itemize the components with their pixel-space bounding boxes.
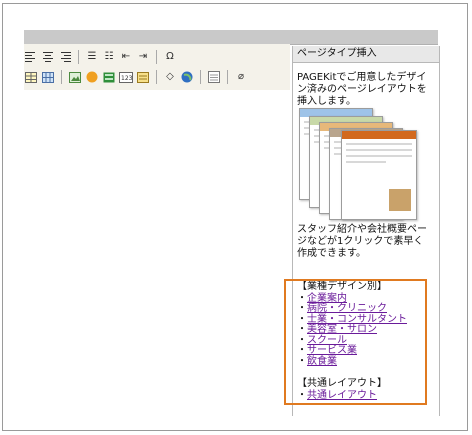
form-icon[interactable]: 123 xyxy=(119,70,133,84)
category-link[interactable]: 士業・コンサルタント xyxy=(307,314,407,325)
page-type-insert-panel: ページタイプ挿入 PAGEKitでご用意したデザイン済みのページレイアウトを挿入… xyxy=(292,46,440,416)
toolbar-separator xyxy=(78,50,79,64)
category-list: 【業種デザイン別】 ・企業案内 ・病院・クリニック ・士業・コンサルタント ・美… xyxy=(297,281,407,402)
indent-icon[interactable]: ⇥ xyxy=(136,50,150,64)
category-link[interactable]: 飲食業 xyxy=(307,356,337,367)
image-icon[interactable] xyxy=(68,70,82,84)
eraser-icon[interactable]: ⌀ xyxy=(234,70,248,84)
category-link[interactable]: スクール xyxy=(307,335,347,346)
bullet: ・ xyxy=(297,389,307,401)
align-right-icon[interactable] xyxy=(58,50,72,64)
svg-text:123: 123 xyxy=(121,75,133,82)
ordered-list-icon[interactable]: ☰ xyxy=(85,50,99,64)
align-left-icon[interactable] xyxy=(24,50,38,64)
outdent-icon[interactable]: ⇤ xyxy=(119,50,133,64)
table-icon[interactable] xyxy=(24,70,38,84)
special-char-icon[interactable]: Ω xyxy=(163,50,177,64)
category-link[interactable]: 病院・クリニック xyxy=(307,303,387,314)
template-icon[interactable] xyxy=(136,70,150,84)
toolbar-separator xyxy=(61,70,62,84)
category-link[interactable]: 共通レイアウト xyxy=(307,390,377,401)
panel-note-text: スタッフ紹介や会社概要ページなどが1クリックで素早く作成できます。 xyxy=(297,224,427,259)
list-item[interactable]: ・飲食業 xyxy=(297,355,407,368)
source-icon[interactable]: ◇ xyxy=(163,70,177,84)
toolbar-separator xyxy=(156,50,157,64)
bullet: ・ xyxy=(297,345,307,356)
panel-title: ページタイプ挿入 xyxy=(293,46,439,63)
media-icon[interactable] xyxy=(102,70,116,84)
category-link[interactable]: 企業案内 xyxy=(307,293,347,304)
layout-thumbnail xyxy=(341,130,417,220)
layout-icon[interactable] xyxy=(207,70,221,84)
toolbar-separator xyxy=(200,70,201,84)
toolbar-row-2: 123 ◇ ⌀ xyxy=(24,68,251,86)
bullet: ・ xyxy=(297,303,307,314)
toolbar-separator xyxy=(156,70,157,84)
list-item[interactable]: ・共通レイアウト xyxy=(297,389,407,402)
globe-icon[interactable] xyxy=(180,70,194,84)
bullet: ・ xyxy=(297,334,307,346)
bullet: ・ xyxy=(297,355,307,367)
flash-icon[interactable] xyxy=(85,70,99,84)
toolbar-separator xyxy=(227,70,228,84)
panel-intro-text: PAGEKitでご用意したデザイン済みのページレイアウトを挿入します。 xyxy=(297,72,427,107)
grid-icon[interactable] xyxy=(41,70,55,84)
bullet: ・ xyxy=(297,292,307,304)
align-center-icon[interactable] xyxy=(41,50,55,64)
bullet: ・ xyxy=(297,324,307,335)
editor-toolbar: ☰ ☷ ⇤ ⇥ Ω 123 ◇ ⌀ xyxy=(24,44,290,90)
editor-content-area[interactable] xyxy=(24,90,290,415)
toolbar-row-1: ☰ ☷ ⇤ ⇥ Ω xyxy=(24,48,180,66)
category-link[interactable]: サービス業 xyxy=(307,345,357,356)
industry-heading: 【業種デザイン別】 xyxy=(297,281,387,292)
common-heading: 【共通レイアウト】 xyxy=(297,378,387,389)
bullet: ・ xyxy=(297,313,307,325)
unordered-list-icon[interactable]: ☷ xyxy=(102,50,116,64)
layout-thumbnails[interactable] xyxy=(299,108,419,220)
editor-top-bar xyxy=(24,30,438,45)
category-link[interactable]: 美容室・サロン xyxy=(307,324,377,335)
